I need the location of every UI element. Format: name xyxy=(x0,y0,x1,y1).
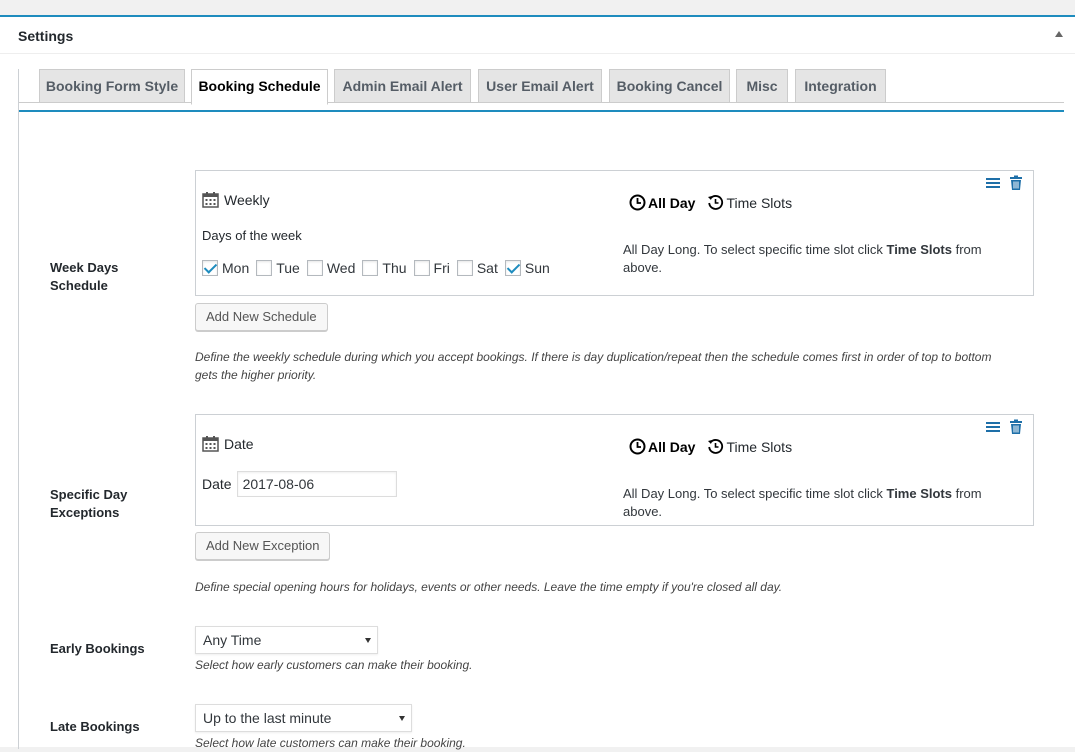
add-new-schedule-button[interactable]: Add New Schedule xyxy=(195,303,328,331)
weekly-schedule-box: Weekly Days of the week Mon Tue Wed Thu … xyxy=(195,170,1034,296)
tab-booking-schedule[interactable]: Booking Schedule xyxy=(191,69,328,105)
settings-content: Booking Form Style Booking Schedule Admi… xyxy=(18,69,1075,750)
dropdown-arrow-icon xyxy=(365,638,371,643)
schedule-mode: All Day Time Slots xyxy=(629,194,804,211)
time-slots-label: Time Slots xyxy=(726,438,793,455)
early-bookings-label: Early Bookings xyxy=(50,641,145,656)
checkbox-mon[interactable] xyxy=(202,260,218,276)
trash-icon[interactable] xyxy=(1008,419,1024,435)
checkbox-sat[interactable] xyxy=(456,260,473,276)
desc-text: All Day Long. To select specific time sl… xyxy=(623,242,887,257)
week-days-schedule-label: Week Days Schedule xyxy=(50,259,118,295)
tab-misc[interactable]: Misc xyxy=(736,69,788,103)
time-slots-option[interactable]: Time Slots xyxy=(707,194,792,211)
day-mon[interactable]: Mon xyxy=(202,260,249,276)
checkbox-wed[interactable] xyxy=(306,260,323,276)
day-sun[interactable]: Sun xyxy=(504,260,550,276)
day-label: Wed xyxy=(326,260,356,276)
late-bookings-value: Up to the last minute xyxy=(203,710,332,726)
all-day-label: All Day xyxy=(648,438,696,455)
settings-panel: Settings Booking Form Style Booking Sche… xyxy=(0,15,1075,750)
desc-bold: Time Slots xyxy=(886,486,952,501)
time-slots-label: Time Slots xyxy=(726,194,793,211)
tab-admin-email-alert[interactable]: Admin Email Alert xyxy=(334,69,471,103)
specific-day-exceptions-label: Specific Day Exceptions xyxy=(50,486,127,522)
desc-text: All Day Long. To select specific time sl… xyxy=(623,486,887,501)
panel-title: Settings xyxy=(18,28,74,44)
day-label: Sun xyxy=(524,260,550,276)
history-icon xyxy=(708,195,724,210)
clock-icon xyxy=(629,438,646,455)
day-label: Mon xyxy=(222,260,250,276)
day-label: Fri xyxy=(433,260,450,276)
all-day-label: All Day xyxy=(648,194,696,211)
days-of-week: Mon Tue Wed Thu Fri Sat Sun xyxy=(202,260,557,276)
history-icon xyxy=(708,439,724,454)
exception-box: Date Date 2017-08-06 All Day Time Slots … xyxy=(195,414,1034,526)
calendar-icon xyxy=(202,192,219,208)
week-schedule-help: Define the weekly schedule during which … xyxy=(195,350,992,382)
all-day-option[interactable]: All Day xyxy=(629,438,695,455)
late-bookings-select[interactable]: Up to the last minute xyxy=(195,704,412,732)
all-day-option[interactable]: All Day xyxy=(629,194,695,211)
tab-bar: Booking Form Style Booking Schedule Admi… xyxy=(19,69,1075,105)
day-tue[interactable]: Tue xyxy=(256,260,300,276)
collapse-arrow-icon[interactable] xyxy=(1055,31,1063,37)
checkbox-sun[interactable] xyxy=(504,260,521,276)
days-of-week-label: Days of the week xyxy=(202,228,302,243)
time-slots-option[interactable]: Time Slots xyxy=(707,438,792,455)
calendar-icon xyxy=(202,436,219,452)
exception-mode: All Day Time Slots xyxy=(629,438,804,455)
schedule-frequency: Weekly xyxy=(202,191,270,208)
week-days-label-line1: Week Days xyxy=(50,260,119,275)
exceptions-label-line2: Exceptions xyxy=(50,505,120,520)
exception-mode-description: All Day Long. To select specific time sl… xyxy=(623,485,1023,521)
tab-booking-form-style[interactable]: Booking Form Style xyxy=(39,69,185,103)
day-label: Sat xyxy=(476,260,498,276)
day-sat[interactable]: Sat xyxy=(456,260,498,276)
date-label: Date xyxy=(202,476,232,492)
exception-date-input[interactable]: 2017-08-06 xyxy=(236,471,397,497)
desc-bold: Time Slots xyxy=(886,242,952,257)
frequency-label: Weekly xyxy=(224,191,270,208)
day-thu[interactable]: Thu xyxy=(362,260,407,276)
tab-user-email-alert[interactable]: User Email Alert xyxy=(478,69,602,103)
early-bookings-select[interactable]: Any Time xyxy=(195,626,378,654)
tab-accent-line xyxy=(19,110,1064,112)
day-label: Thu xyxy=(382,260,407,276)
tab-integration[interactable]: Integration xyxy=(795,69,886,103)
checkbox-thu[interactable] xyxy=(362,260,379,276)
early-bookings-value: Any Time xyxy=(203,632,262,648)
exceptions-label-line1: Specific Day xyxy=(50,487,128,502)
trash-icon[interactable] xyxy=(1008,175,1024,191)
early-bookings-help: Select how early customers can make thei… xyxy=(195,658,473,672)
dropdown-arrow-icon xyxy=(399,716,405,721)
tab-booking-cancel[interactable]: Booking Cancel xyxy=(609,69,730,103)
checkbox-tue[interactable] xyxy=(256,260,273,276)
exceptions-help: Define special opening hours for holiday… xyxy=(195,580,783,594)
day-fri[interactable]: Fri xyxy=(413,260,450,276)
menu-icon[interactable] xyxy=(985,419,1001,435)
exception-type-label: Date xyxy=(224,435,254,452)
schedule-mode-description: All Day Long. To select specific time sl… xyxy=(623,241,1023,277)
checkbox-fri[interactable] xyxy=(413,260,430,276)
day-wed[interactable]: Wed xyxy=(306,260,356,276)
week-days-label-line2: Schedule xyxy=(50,278,108,293)
day-label: Tue xyxy=(276,260,300,276)
clock-icon xyxy=(629,194,646,211)
add-new-exception-button[interactable]: Add New Exception xyxy=(195,532,331,560)
menu-icon[interactable] xyxy=(985,175,1001,191)
exception-type: Date xyxy=(202,435,254,452)
late-bookings-label: Late Bookings xyxy=(50,719,140,734)
panel-header[interactable]: Settings xyxy=(0,17,1075,54)
exception-date-row: Date 2017-08-06 xyxy=(202,471,397,497)
late-bookings-help: Select how late customers can make their… xyxy=(195,736,466,750)
